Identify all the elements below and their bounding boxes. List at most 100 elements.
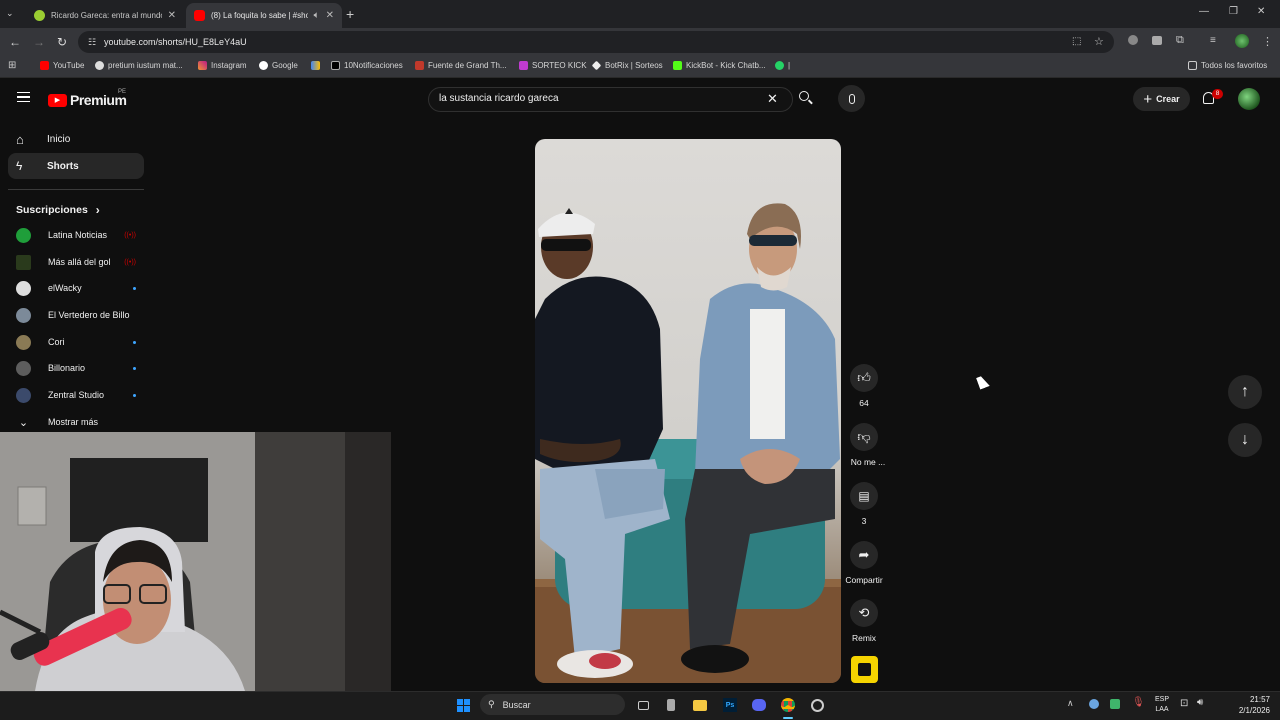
bookmark-item[interactable]: Fuente de Grand Th... xyxy=(415,61,507,70)
close-icon[interactable]: ✕ xyxy=(168,10,176,21)
live-icon: ((•)) xyxy=(124,231,136,239)
clear-search-icon[interactable]: ✕ xyxy=(767,91,778,107)
subscription-item[interactable]: Latina Noticias ((•)) xyxy=(16,225,136,245)
bookmark-item[interactable]: SORTEO KICK xyxy=(519,61,587,70)
restore-button[interactable]: ❐ xyxy=(1229,6,1238,17)
bookmark-item[interactable]: BotRix | Sorteos xyxy=(591,60,663,71)
share-button[interactable]: ➦ xyxy=(850,541,878,569)
new-tab-button[interactable]: + xyxy=(346,6,354,22)
webcam-overlay xyxy=(0,432,391,691)
comments-button[interactable]: ▤ xyxy=(850,482,878,510)
bookmark-whatsapp[interactable]: | xyxy=(775,61,790,70)
bookmark-star-icon[interactable]: ☆ xyxy=(1094,35,1104,48)
pinwheel-icon xyxy=(311,61,320,70)
subscription-item[interactable]: Billonario xyxy=(16,358,136,378)
next-short-button[interactable]: ↓ xyxy=(1228,423,1262,457)
bookmark-x[interactable]: 10Notificaciones xyxy=(331,61,403,70)
back-icon[interactable]: ← xyxy=(9,35,21,49)
avatar xyxy=(16,307,31,323)
search-query[interactable]: la sustancia ricardo gareca xyxy=(439,93,559,104)
menu-icon[interactable]: ⋮ xyxy=(1262,35,1273,48)
remix-label: Remix xyxy=(851,633,877,643)
subscription-item[interactable]: Zentral Studio xyxy=(16,385,136,405)
clock-date: 2/1/2026 xyxy=(1238,706,1270,715)
subscription-item[interactable]: El Vertedero de Billo xyxy=(16,305,136,325)
show-more-button[interactable]: ⌄ Mostrar más xyxy=(16,412,136,432)
file-explorer-icon[interactable] xyxy=(691,696,709,714)
search-icon: ⚲ xyxy=(488,699,495,709)
tray-icon[interactable] xyxy=(1110,699,1120,709)
voice-search-button[interactable] xyxy=(838,85,865,112)
microphone-icon[interactable]: 🎙︎ xyxy=(1132,697,1145,708)
task-view-icon[interactable] xyxy=(634,696,652,714)
windows-start-icon[interactable] xyxy=(454,696,472,714)
browser-tab[interactable]: Ricardo Gareca: entra al mundo ✕ xyxy=(26,3,184,28)
tab-search-button[interactable]: ⌄ xyxy=(6,8,14,19)
nav-item-shorts[interactable]: ϟ Shorts xyxy=(8,153,144,179)
language-indicator[interactable]: ESP LAA xyxy=(1150,695,1174,715)
bookmark-item[interactable]: pretium iustum mat... xyxy=(95,61,183,70)
bookmark-item[interactable]: KickBot - Kick Chatb... xyxy=(673,61,766,70)
close-icon[interactable]: ✕ xyxy=(326,10,334,21)
subscription-item[interactable]: Más allá del gol ((•)) xyxy=(16,252,136,272)
subscriptions-header[interactable]: Suscripciones › xyxy=(16,203,100,217)
short-video-player[interactable] xyxy=(535,139,841,683)
clock-time: 21:57 xyxy=(1249,695,1270,704)
profile-avatar[interactable] xyxy=(1235,34,1249,48)
avatar xyxy=(16,254,31,270)
avatar xyxy=(16,334,31,350)
previous-short-button[interactable]: ↑ xyxy=(1228,375,1262,409)
nav-item-inicio[interactable]: ⌂ Inicio xyxy=(8,126,144,152)
install-icon[interactable]: ⬚ xyxy=(1072,36,1081,47)
chrome-icon[interactable] xyxy=(779,696,797,714)
minimize-button[interactable]: — xyxy=(1199,6,1209,17)
youtube-logo[interactable]: ▶ Premium xyxy=(48,92,127,108)
apps-icon[interactable]: ⊞ xyxy=(8,60,16,71)
reload-icon[interactable]: ↻ xyxy=(57,35,67,49)
search-button[interactable] xyxy=(798,90,814,106)
audio-icon[interactable]: 🔈︎ xyxy=(314,10,320,21)
taskbar-search-label: Buscar xyxy=(502,699,531,710)
create-button[interactable]: + Crear xyxy=(1133,87,1190,111)
all-bookmarks[interactable]: Todos los favoritos xyxy=(1188,61,1267,70)
like-button[interactable]: 👍︎ xyxy=(850,364,878,392)
extension-icon[interactable] xyxy=(1128,35,1138,45)
discord-icon[interactable] xyxy=(750,696,768,714)
bookmark-item[interactable] xyxy=(311,61,324,70)
system-tray-chevron-icon[interactable]: ∧ xyxy=(1067,698,1074,709)
dislike-button[interactable]: 👎︎ xyxy=(850,423,878,451)
bookmark-instagram[interactable]: Instagram xyxy=(198,61,247,70)
clock[interactable]: 21:57 2/1/2026 xyxy=(1214,694,1270,716)
share-label: Compartir xyxy=(845,575,883,585)
arrow-down-icon: ↓ xyxy=(1241,431,1249,448)
forward-icon[interactable]: → xyxy=(33,35,45,49)
site-info-icon[interactable]: ☷ xyxy=(88,37,96,48)
remix-button[interactable]: ⟲ xyxy=(850,599,878,627)
channel-thumbnail[interactable] xyxy=(851,656,878,683)
youtube-play-icon: ▶ xyxy=(48,93,67,107)
tray-icon[interactable] xyxy=(1089,699,1099,709)
font-icon xyxy=(415,61,424,70)
new-content-dot xyxy=(133,286,136,290)
network-icon[interactable]: ⊡ xyxy=(1180,698,1188,709)
app-icon[interactable] xyxy=(662,696,680,714)
photoshop-icon[interactable]: Ps xyxy=(721,696,739,714)
subscription-item[interactable]: elWacky xyxy=(16,278,136,298)
browser-tab-active[interactable]: (8) La foquita lo sabe | #sho 🔈︎ ✕ xyxy=(186,3,342,28)
account-avatar[interactable] xyxy=(1238,88,1260,110)
avatar xyxy=(16,360,31,376)
app-icon[interactable] xyxy=(808,696,826,714)
instagram-icon xyxy=(198,61,207,70)
extension-icon[interactable] xyxy=(1152,36,1162,45)
volume-icon[interactable]: 🔊︎ xyxy=(1197,697,1203,708)
subscription-item[interactable]: Cori xyxy=(16,332,136,352)
taskbar-search[interactable]: ⚲ Buscar xyxy=(480,694,625,715)
hamburger-menu-icon[interactable] xyxy=(17,92,30,102)
bookmark-google[interactable]: Google xyxy=(259,61,298,70)
bookmark-youtube[interactable]: YouTube xyxy=(40,61,84,70)
url-text[interactable]: youtube.com/shorts/HU_E8LeY4aU xyxy=(104,37,247,47)
close-window-button[interactable]: ✕ xyxy=(1257,6,1265,17)
media-icon[interactable]: ≡ xyxy=(1210,35,1216,46)
new-content-dot xyxy=(133,393,136,397)
puzzle-icon[interactable]: ⧉ xyxy=(1176,34,1184,47)
